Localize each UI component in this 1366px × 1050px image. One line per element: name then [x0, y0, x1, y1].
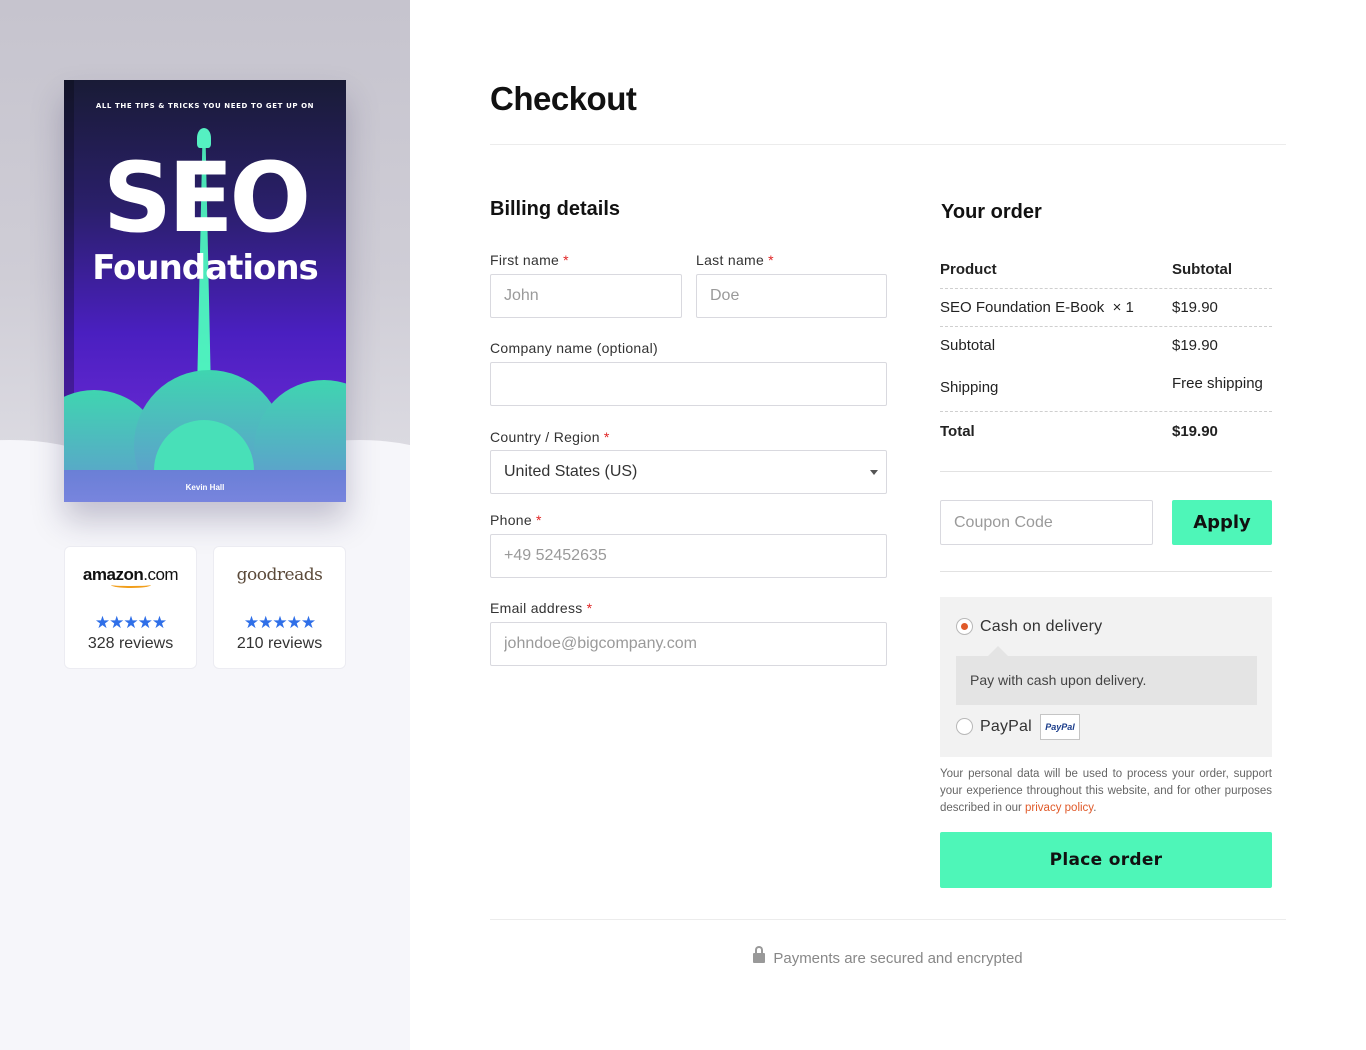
order-item-row: SEO Foundation E-Book × 1 $19.90	[940, 289, 1272, 327]
first-name-label: First name *	[490, 252, 569, 268]
order-header-row: Product Subtotal	[940, 248, 1272, 289]
privacy-notice: Your personal data will be used to proce…	[940, 766, 1272, 817]
email-input[interactable]	[490, 622, 887, 666]
email-label: Email address *	[490, 600, 592, 616]
shipping-value: Free shipping	[1172, 375, 1263, 392]
total-value: $19.90	[1172, 423, 1218, 440]
email-label-text: Email address	[490, 600, 583, 616]
payment-methods: Cash on delivery Pay with cash upon deli…	[940, 597, 1272, 757]
product-header: Product	[940, 261, 997, 278]
required-marker: *	[535, 512, 542, 528]
country-select-value: United States (US)	[504, 463, 638, 480]
paypal-label[interactable]: PayPal	[980, 718, 1032, 736]
required-marker: *	[586, 600, 593, 616]
subtotal-label: Subtotal	[940, 337, 996, 354]
cod-description: Pay with cash upon delivery.	[956, 646, 1257, 705]
privacy-policy-link[interactable]: privacy policy	[1025, 802, 1093, 814]
review-card-amazon: amazon.com ★★★★★ 328 reviews	[64, 546, 197, 669]
star-rating-icon: ★★★★★	[94, 613, 167, 632]
amazon-logo-text: amazon	[82, 565, 144, 584]
privacy-end: .	[1093, 802, 1097, 814]
divider	[490, 919, 1286, 920]
book-cover: ALL THE TIPS & TRICKS YOU NEED TO GET UP…	[64, 80, 346, 502]
country-label-text: Country / Region	[490, 429, 600, 445]
company-label-text: Company name (optional)	[490, 340, 658, 356]
subtotal-header: Subtotal	[1172, 261, 1232, 278]
paypal-radio[interactable]	[956, 718, 973, 735]
divider	[940, 571, 1272, 572]
order-item-price: $19.90	[1172, 299, 1218, 316]
billing-title: Billing details	[490, 198, 621, 220]
security-note: Payments are secured and encrypted	[490, 946, 1286, 967]
country-label: Country / Region *	[490, 429, 610, 445]
subtotal-value: $19.90	[1172, 337, 1218, 354]
last-name-input[interactable]	[696, 274, 887, 318]
required-marker: *	[563, 252, 569, 268]
item-name-text: SEO Foundation E-Book	[940, 299, 1105, 316]
company-label: Company name (optional)	[490, 340, 658, 356]
book-title-foundations: Foundations	[92, 248, 319, 288]
last-name-label: Last name *	[696, 252, 774, 268]
book-title-seo: SEO	[102, 142, 311, 254]
review-count: 210 reviews	[236, 635, 323, 652]
goodreads-logo: goodreads	[236, 565, 323, 585]
privacy-text: Your personal data will be used to proce…	[940, 768, 1272, 814]
paypal-logo-icon: PayPal	[1040, 714, 1080, 740]
order-summary-table: Product Subtotal SEO Foundation E-Book ×…	[940, 248, 1272, 472]
order-subtotal-shipping-row: Subtotal $19.90 Shipping Free shipping	[940, 327, 1272, 412]
cod-label[interactable]: Cash on delivery	[980, 618, 1102, 636]
cod-description-text: Pay with cash upon delivery.	[970, 672, 1147, 688]
security-text: Payments are secured and encrypted	[773, 950, 1023, 967]
lock-icon	[753, 946, 766, 963]
company-input[interactable]	[490, 362, 887, 406]
cod-radio[interactable]	[956, 618, 973, 635]
review-count: 328 reviews	[87, 635, 174, 652]
required-marker: *	[768, 252, 774, 268]
amazon-logo-suffix: .com	[143, 565, 179, 584]
item-qty: × 1	[1112, 299, 1134, 316]
product-showcase-panel: ALL THE TIPS & TRICKS YOU NEED TO GET UP…	[0, 0, 410, 1050]
order-title: Your order	[941, 201, 1042, 223]
book-author: Kevin Hall	[185, 483, 225, 492]
first-name-label-text: First name	[490, 252, 560, 268]
total-label: Total	[940, 423, 975, 440]
phone-label: Phone *	[490, 512, 542, 528]
shipping-label: Shipping	[940, 379, 999, 396]
place-order-button[interactable]: Place order	[940, 832, 1272, 888]
order-item-name: SEO Foundation E-Book × 1	[940, 299, 1134, 316]
last-name-label-text: Last name	[696, 252, 765, 268]
star-rating-icon: ★★★★★	[243, 613, 316, 632]
chevron-down-icon	[870, 470, 878, 475]
apply-coupon-button[interactable]: Apply	[1172, 500, 1272, 545]
first-name-input[interactable]	[490, 274, 682, 318]
panel-lower	[0, 490, 410, 1050]
page-title: Checkout	[490, 80, 637, 117]
order-total-row: Total $19.90	[940, 412, 1272, 472]
required-marker: *	[603, 429, 610, 445]
book-tagline: ALL THE TIPS & TRICKS YOU NEED TO GET UP…	[95, 102, 315, 110]
coupon-code-input[interactable]	[940, 500, 1153, 545]
divider	[490, 144, 1286, 145]
phone-label-text: Phone	[490, 512, 532, 528]
phone-input[interactable]	[490, 534, 887, 578]
amazon-logo: amazon.com	[65, 565, 196, 589]
country-select[interactable]: United States (US)	[490, 450, 887, 494]
review-card-goodreads: goodreads ★★★★★ 210 reviews	[213, 546, 346, 669]
